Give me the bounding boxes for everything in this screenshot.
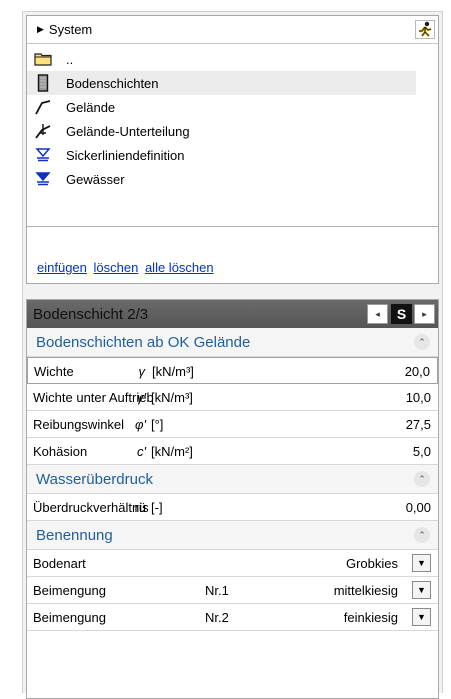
section-naming[interactable]: Benennung ⌃ [27, 521, 438, 550]
property-label: Reibungswinkel [33, 417, 125, 432]
property-label: Wichte unter Auftrieb [33, 390, 154, 405]
dropdown-arrow-icon[interactable]: ▼ [412, 554, 431, 572]
tree-item-gewaesser[interactable]: Gewässer [27, 167, 416, 191]
property-value[interactable]: 10,0 [406, 390, 431, 405]
divider [27, 226, 438, 227]
tree-item-sickerlinie[interactable]: Sickerliniendefinition [27, 143, 416, 167]
section-water-pressure[interactable]: Wasserüberdruck ⌃ [27, 465, 438, 494]
collapse-icon[interactable]: ⌃ [414, 527, 430, 543]
dropdown-value[interactable]: mittelkiesig [334, 583, 398, 598]
select-layer-button[interactable]: S [391, 304, 412, 324]
delete-link[interactable]: löschen [94, 260, 139, 275]
property-label: Beimengung [33, 610, 106, 625]
property-value[interactable]: 5,0 [413, 444, 431, 459]
property-unit: [kN/m³] [152, 364, 194, 379]
property-row-beimengung-1[interactable]: Beimengung Nr.1 mittelkiesig ▼ [27, 577, 438, 604]
tree-root-label: System [48, 22, 93, 37]
panel-container: ▶ System .. Bodenschichten Gelände Gelän… [22, 11, 443, 699]
property-row-ueberdruck[interactable]: Überdruckverhältnis rü [-] 0,00 [27, 494, 438, 521]
property-value[interactable]: 27,5 [406, 417, 431, 432]
property-symbol: φ' [135, 417, 146, 432]
property-label: Kohäsion [33, 444, 88, 459]
tree-item-gelaende-unterteilung[interactable]: Gelände-Unterteilung [27, 119, 416, 143]
tree-item-label: Sickerliniendefinition [66, 147, 185, 163]
soil-layer-icon [33, 74, 53, 92]
property-value[interactable]: 0,00 [406, 500, 431, 515]
tree-item-label: Gelände-Unterteilung [66, 123, 190, 139]
section-title: Benennung [36, 526, 113, 544]
section-title: Bodenschichten ab OK Gelände [36, 333, 251, 351]
property-number: Nr.1 [205, 583, 229, 598]
property-symbol: c' [137, 444, 146, 459]
folder-icon [33, 50, 53, 68]
property-row-reibungswinkel[interactable]: Reibungswinkel φ' [°] 27,5 [27, 411, 438, 438]
tree-item-label: Bodenschichten [66, 75, 159, 91]
property-value[interactable]: 20,0 [405, 364, 430, 379]
property-row-wichte-auftrieb[interactable]: Wichte unter Auftrieb γ' [kN/m³] 10,0 [27, 384, 438, 411]
property-unit: [kN/m³] [151, 390, 193, 405]
property-unit: [°] [151, 417, 164, 432]
property-label: Überdruckverhältnis [33, 500, 149, 515]
dropdown-arrow-icon[interactable]: ▼ [412, 608, 431, 626]
runner-icon[interactable] [415, 20, 435, 39]
section-title: Wasserüberdruck [36, 470, 153, 488]
property-symbol: γ [138, 364, 146, 379]
dropdown-arrow-icon[interactable]: ▼ [412, 581, 431, 599]
property-header: Bodenschicht 2/3 ◂ S ▸ [27, 300, 438, 328]
tree-item-bodenschichten[interactable]: Bodenschichten [27, 71, 416, 95]
property-label: Wichte [34, 364, 74, 379]
property-symbol: γ' [137, 390, 146, 405]
water-level-icon [33, 170, 53, 188]
tree-item-label: Gewässer [66, 171, 125, 187]
next-layer-button[interactable]: ▸ [414, 304, 435, 324]
expand-triangle-icon[interactable]: ▶ [37, 24, 44, 35]
tree-item-label: .. [66, 51, 74, 67]
tree-actions: einfügen löschen alle löschen [37, 260, 217, 275]
tree-item-label: Gelände [66, 99, 116, 115]
prev-layer-button[interactable]: ◂ [367, 304, 388, 324]
panel-title: Bodenschicht 2/3 [33, 305, 149, 323]
property-row-beimengung-2[interactable]: Beimengung Nr.2 feinkiesig ▼ [27, 604, 438, 631]
section-soil-layers[interactable]: Bodenschichten ab OK Gelände ⌃ [27, 328, 438, 357]
terrain-line-icon [33, 98, 53, 116]
dropdown-value[interactable]: Grobkies [346, 556, 398, 571]
tree-item-gelaende[interactable]: Gelände [27, 95, 416, 119]
collapse-icon[interactable]: ⌃ [414, 334, 430, 350]
property-label: Beimengung [33, 583, 106, 598]
seepage-line-icon [33, 146, 53, 164]
collapse-icon[interactable]: ⌃ [414, 471, 430, 487]
property-panel: Bodenschicht 2/3 ◂ S ▸ Bodenschichten ab… [26, 299, 439, 699]
property-unit: [-] [151, 500, 163, 515]
tree-header[interactable]: ▶ System [27, 16, 438, 44]
property-label: Bodenart [33, 556, 86, 571]
object-tree: ▶ System .. Bodenschichten Gelände Gelän… [26, 15, 439, 284]
property-number: Nr.2 [205, 610, 229, 625]
property-row-wichte[interactable]: Wichte γ [kN/m³] 20,0 [27, 357, 438, 384]
property-row-kohaesion[interactable]: Kohäsion c' [kN/m²] 5,0 [27, 438, 438, 465]
property-symbol: rü [134, 500, 146, 515]
property-row-bodenart[interactable]: Bodenart Grobkies ▼ [27, 550, 438, 577]
terrain-split-icon [33, 122, 53, 140]
dropdown-value[interactable]: feinkiesig [344, 610, 398, 625]
tree-item-parent[interactable]: .. [27, 47, 416, 71]
property-unit: [kN/m²] [151, 444, 193, 459]
delete-all-link[interactable]: alle löschen [145, 260, 214, 275]
insert-link[interactable]: einfügen [37, 260, 87, 275]
